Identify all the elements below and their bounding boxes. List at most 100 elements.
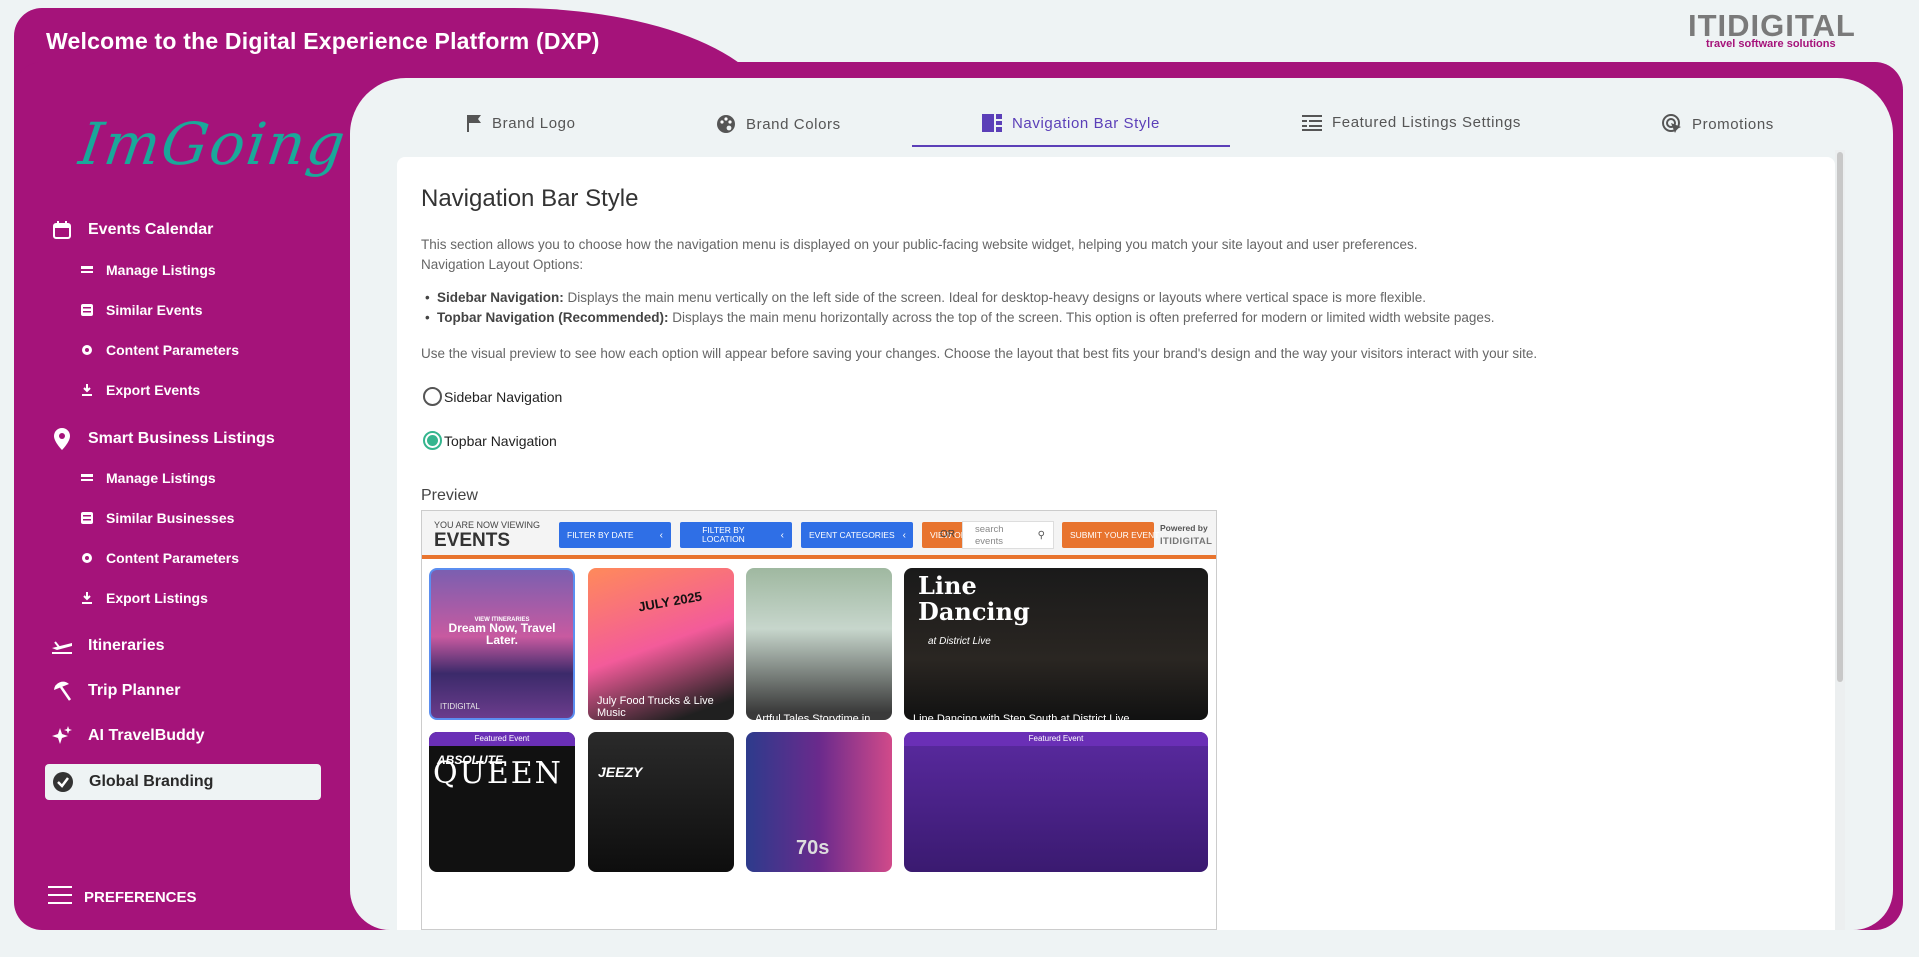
sidebar-item-label: Smart Business Listings: [88, 430, 275, 447]
sidebar-item-label: Content Parameters: [106, 550, 240, 566]
content-scrollbar[interactable]: [1835, 150, 1845, 930]
chevron-left-icon: ‹: [659, 529, 663, 541]
flag-icon: [466, 114, 482, 132]
sidebar-item-label: Export Listings: [106, 590, 208, 606]
tile-art: QUEEN: [433, 756, 563, 791]
content-card: Navigation Bar Style This section allows…: [397, 157, 1835, 930]
ads-click-icon: [1662, 114, 1682, 134]
tile-art: 70s: [796, 837, 830, 859]
sidebar-item-ai-travelbuddy[interactable]: AI TravelBuddy: [50, 725, 204, 747]
list-icon: [80, 265, 94, 275]
sidebar-item-sb-manage-listings[interactable]: Manage Listings: [80, 470, 216, 486]
settings-tabs: Brand Logo Brand Colors Navigation Bar S…: [350, 78, 1893, 150]
button-label: FILTER BY LOCATION: [688, 526, 745, 544]
section-title: Navigation Bar Style: [421, 185, 639, 212]
event-tile: 70s: [746, 732, 892, 872]
iti-digital-logo: ITIDIGITAL travel software solutions: [1688, 8, 1868, 52]
sidebar-item-sb-content-parameters[interactable]: Content Parameters: [80, 550, 239, 566]
sidebar-item-events-calendar[interactable]: Events Calendar: [50, 220, 213, 240]
gear-icon: [80, 344, 94, 356]
featured-list-icon: [1302, 114, 1322, 131]
preview-events-label: EVENTS: [434, 530, 511, 551]
tab-brand-colors[interactable]: Brand Colors: [716, 114, 841, 134]
event-tile: JEEZY: [588, 732, 734, 872]
tile-art: Dancing: [918, 597, 1030, 626]
event-tile: JULY 2025July Food Trucks & Live MusicJu…: [588, 568, 734, 720]
radio-label: Sidebar Navigation: [444, 388, 563, 405]
sidebar-item-label: Events Calendar: [88, 221, 214, 238]
powered-by-brand: ITIDIGITAL: [1160, 536, 1213, 547]
tile-title: Dream Now, Travel Later.: [448, 621, 556, 647]
sidebar-item-itineraries[interactable]: Itineraries: [50, 637, 164, 655]
sidebar-item-label: AI TravelBuddy: [88, 727, 205, 744]
radio-topbar-navigation[interactable]: Topbar Navigation: [423, 431, 557, 450]
similar-icon: [80, 512, 94, 524]
widget-preview: YOU ARE NOW VIEWING EVENTS FILTER BY DAT…: [421, 510, 1217, 930]
beach-umbrella-icon: [50, 681, 74, 701]
logo-tagline: travel software solutions: [1706, 38, 1836, 50]
section-intro: This section allows you to choose how th…: [421, 237, 1418, 252]
map-pin-icon: [50, 428, 74, 450]
preview-viewing-label: YOU ARE NOW VIEWING: [434, 520, 541, 530]
preview-powered-by: Powered by ITIDIGITAL: [1160, 523, 1212, 547]
preview-event-categories-button: EVENT CATEGORIES ‹: [801, 522, 913, 548]
download-icon: [80, 592, 94, 604]
sidebar-item-sb-export-listings[interactable]: Export Listings: [80, 590, 208, 606]
options-label: Navigation Layout Options:: [421, 257, 584, 272]
chevron-left-icon: ‹: [902, 529, 906, 541]
sidebar-item-ec-content-parameters[interactable]: Content Parameters: [80, 342, 239, 358]
bullet-text: Displays the main menu horizontally acro…: [668, 310, 1495, 325]
tab-promotions[interactable]: Promotions: [1662, 114, 1774, 134]
sidebar-item-ec-manage-listings[interactable]: Manage Listings: [80, 262, 216, 278]
event-tile: Featured Event ABSOLUTE QUEEN: [429, 732, 575, 872]
hamburger-icon: [48, 886, 72, 908]
tab-label: Featured Listings Settings: [1332, 114, 1522, 131]
preferences-button[interactable]: PREFERENCES: [48, 886, 197, 908]
verified-badge-icon: [51, 771, 75, 793]
tile-title: July Food Trucks & Live Music: [597, 695, 714, 719]
sidebar-item-label: Manage Listings: [106, 470, 216, 486]
sidebar-item-label: Similar Events: [106, 302, 203, 318]
tab-label: Brand Logo: [492, 114, 576, 132]
tile-art: JULY 2025: [637, 588, 704, 615]
sidebar-item-ec-similar-events[interactable]: Similar Events: [80, 302, 203, 318]
active-tab-indicator: [912, 145, 1230, 147]
section-outro: Use the visual preview to see how each o…: [421, 346, 1538, 361]
sidebar-item-global-branding[interactable]: Global Branding: [45, 764, 321, 800]
sidebar-item-label: Trip Planner: [88, 682, 181, 699]
preview-filter-location-button: FILTER BY LOCATION ‹: [680, 522, 792, 548]
preview-label: Preview: [421, 487, 478, 504]
sidebar-item-label: Itineraries: [88, 637, 165, 654]
bullet-title: Topbar Navigation (Recommended):: [437, 310, 669, 325]
sidebar-item-ec-export-events[interactable]: Export Events: [80, 382, 200, 398]
radio-sidebar-navigation[interactable]: Sidebar Navigation: [423, 387, 562, 406]
radio-circle[interactable]: [423, 387, 442, 406]
preview-submit-event-button: SUBMIT YOUR EVENT: [1062, 522, 1159, 548]
sparkle-icon: [50, 725, 74, 747]
event-tile: Featured Event: [904, 732, 1208, 872]
bullet-topbar-navigation: Topbar Navigation (Recommended): Display…: [425, 310, 1495, 325]
tab-label: Navigation Bar Style: [1012, 114, 1160, 132]
download-icon: [80, 384, 94, 396]
sidebar-item-label: Similar Businesses: [106, 510, 235, 526]
tab-brand-logo[interactable]: Brand Logo: [466, 114, 576, 132]
tab-label: Brand Colors: [746, 115, 841, 133]
tile-art: at District Live: [928, 636, 991, 647]
tab-navigation-bar-style[interactable]: Navigation Bar Style: [982, 114, 1160, 132]
sidebar-item-smart-business-listings[interactable]: Smart Business Listings: [50, 428, 275, 450]
sidebar-item-trip-planner[interactable]: Trip Planner: [50, 681, 180, 701]
search-placeholder-line: events: [975, 536, 1003, 547]
scrollbar-thumb[interactable]: [1837, 152, 1843, 682]
radio-circle[interactable]: [423, 431, 442, 450]
tab-featured-listings-settings[interactable]: Featured Listings Settings: [1302, 114, 1521, 131]
bullet-text: Displays the main menu vertically on the…: [563, 290, 1426, 305]
search-placeholder-line: search: [975, 524, 1004, 535]
event-tile: VIEW ITINERARIES Dream Now, Travel Later.…: [429, 568, 575, 720]
tile-art: JEEZY: [598, 764, 643, 780]
sidebar-item-sb-similar-businesses[interactable]: Similar Businesses: [80, 510, 234, 526]
tab-label: Promotions: [1692, 115, 1774, 133]
featured-badge: Featured Event: [904, 732, 1208, 746]
calendar-icon: [50, 220, 74, 240]
preview-or-label: OR: [940, 529, 955, 540]
app-title: Welcome to the Digital Experience Platfo…: [46, 28, 600, 54]
